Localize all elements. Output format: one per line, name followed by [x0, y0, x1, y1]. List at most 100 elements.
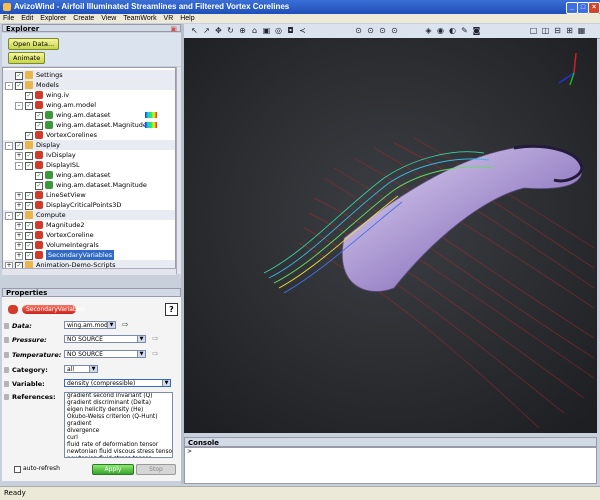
- tree-horizontal-scrollbar[interactable]: [2, 268, 176, 275]
- variable-option[interactable]: newtonian fluid viscous stress tensor: [65, 449, 172, 456]
- tree-item[interactable]: - ✓ Models: [3, 80, 175, 90]
- visibility-checkbox[interactable]: ✓: [15, 72, 23, 80]
- pointer-icon[interactable]: ↖: [190, 26, 199, 35]
- layout-two-h-icon[interactable]: ⊟: [553, 26, 562, 35]
- pan-icon[interactable]: ✥: [214, 26, 223, 35]
- collapse-icon[interactable]: -: [5, 142, 13, 150]
- pin-icon[interactable]: ▣: [170, 25, 177, 33]
- tree-item[interactable]: ✓ wing.am.dataset: [3, 170, 175, 180]
- port-lock-icon[interactable]: [4, 323, 9, 329]
- measure-icon[interactable]: ≺: [298, 26, 307, 35]
- tree-item[interactable]: + ✓ LineSetView: [3, 190, 175, 200]
- snapshot-icon[interactable]: ◘: [286, 26, 295, 35]
- collapse-icon[interactable]: -: [15, 162, 23, 170]
- expand-icon[interactable]: +: [15, 252, 23, 260]
- auto-refresh-checkbox[interactable]: [14, 466, 21, 473]
- tree-item[interactable]: + ✓ VortexCoreline: [3, 230, 175, 240]
- visibility-checkbox[interactable]: ✓: [25, 132, 33, 140]
- visibility-checkbox[interactable]: ✓: [25, 152, 33, 160]
- tree-item[interactable]: ✓ wing.am.dataset.Magnitude: [3, 120, 175, 130]
- visibility-checkbox[interactable]: ✓: [25, 222, 33, 230]
- connect-arrow-icon[interactable]: ⇨: [122, 320, 129, 329]
- orient-rot-icon[interactable]: ⊙: [390, 26, 399, 35]
- pressure-select[interactable]: NO SOURCE ▼: [64, 335, 146, 343]
- camera-icon[interactable]: ◙: [472, 26, 481, 35]
- category-select[interactable]: all ▼: [64, 365, 98, 373]
- tree-item[interactable]: ✓ wing.am.dataset: [3, 110, 175, 120]
- home-icon[interactable]: ⌂: [250, 26, 259, 35]
- variable-option[interactable]: divergence: [65, 428, 172, 435]
- temperature-select[interactable]: NO SOURCE ▼: [64, 350, 146, 358]
- menu-edit[interactable]: Edit: [21, 15, 33, 22]
- variable-option[interactable]: eigen helicity density (He): [65, 407, 172, 414]
- variable-option[interactable]: gradient second invariant (Q): [65, 393, 172, 400]
- colormap-icon[interactable]: [145, 112, 157, 118]
- tree-item[interactable]: - ✓ wing.am.model: [3, 100, 175, 110]
- visibility-checkbox[interactable]: ✓: [25, 92, 33, 100]
- variable-select[interactable]: density (compressible) ▼: [64, 379, 171, 387]
- variable-option[interactable]: gradient: [65, 421, 172, 428]
- visibility-checkbox[interactable]: ✓: [35, 112, 43, 120]
- apply-button[interactable]: Apply: [92, 464, 134, 475]
- layout-two-icon[interactable]: ◫: [541, 26, 550, 35]
- tree-item[interactable]: + ✓ DisplayCriticalPoints3D: [3, 200, 175, 210]
- data-select[interactable]: wing.am.model ▼: [64, 321, 116, 329]
- light-icon[interactable]: ✎: [460, 26, 469, 35]
- port-lock-icon[interactable]: [4, 337, 9, 343]
- visibility-checkbox[interactable]: ✓: [15, 212, 23, 220]
- visibility-checkbox[interactable]: ✓: [35, 182, 43, 190]
- view-all-icon[interactable]: ▣: [262, 26, 271, 35]
- help-button[interactable]: ?: [165, 303, 178, 316]
- console-input[interactable]: >: [184, 447, 597, 484]
- rotate-icon[interactable]: ↻: [226, 26, 235, 35]
- collapse-icon[interactable]: -: [5, 82, 13, 90]
- variable-option[interactable]: curl: [65, 435, 172, 442]
- variable-option[interactable]: Okubo-Weiss criterion (Q-Hunt): [65, 414, 172, 421]
- tree-item[interactable]: - ✓ Display: [3, 140, 175, 150]
- tree-item[interactable]: + ✓ SecondaryVariables: [3, 250, 175, 260]
- visibility-checkbox[interactable]: ✓: [25, 252, 33, 260]
- expand-icon[interactable]: +: [15, 192, 23, 200]
- visibility-checkbox[interactable]: ✓: [25, 202, 33, 210]
- visibility-checkbox[interactable]: ✓: [35, 122, 43, 130]
- expand-icon[interactable]: +: [15, 152, 23, 160]
- variable-option[interactable]: fluid rate of deformation tensor: [65, 442, 172, 449]
- tree-item[interactable]: ✓ VortexCorelines: [3, 130, 175, 140]
- visibility-checkbox[interactable]: ✓: [35, 172, 43, 180]
- layout-single-icon[interactable]: □: [529, 26, 538, 35]
- open-data-button[interactable]: Open Data...: [8, 38, 60, 50]
- port-lock-icon[interactable]: [4, 352, 9, 358]
- menu-teamwork[interactable]: TeamWork: [123, 15, 156, 22]
- orient-z-icon[interactable]: ⊙: [378, 26, 387, 35]
- menu-explorer[interactable]: Explorer: [40, 15, 66, 22]
- port-lock-icon[interactable]: [4, 394, 9, 400]
- fog-icon[interactable]: ◐: [448, 26, 457, 35]
- menu-file[interactable]: File: [3, 15, 14, 22]
- object-tree[interactable]: ✓ Settings - ✓ Models ✓ wing.iv - ✓ wing.am.model…: [2, 67, 176, 274]
- port-lock-icon[interactable]: [4, 367, 9, 373]
- expand-icon[interactable]: +: [15, 222, 23, 230]
- tree-item[interactable]: + ✓ VolumeIntegrals: [3, 240, 175, 250]
- tree-item[interactable]: - ✓ DisplayISL: [3, 160, 175, 170]
- visibility-checkbox[interactable]: ✓: [25, 102, 33, 110]
- menu-view[interactable]: View: [101, 15, 116, 22]
- layout-alt-icon[interactable]: ▦: [577, 26, 586, 35]
- visibility-checkbox[interactable]: ✓: [15, 142, 23, 150]
- visibility-checkbox[interactable]: ✓: [25, 242, 33, 250]
- layout-four-icon[interactable]: ⊞: [565, 26, 574, 35]
- visibility-checkbox[interactable]: ✓: [25, 192, 33, 200]
- zoom-icon[interactable]: ⊕: [238, 26, 247, 35]
- tree-item[interactable]: + ✓ Magnitude2: [3, 220, 175, 230]
- connect-arrow-icon[interactable]: ⇨: [152, 334, 159, 343]
- expand-icon[interactable]: +: [15, 232, 23, 240]
- interact-icon[interactable]: ↗: [202, 26, 211, 35]
- collapse-icon[interactable]: -: [5, 212, 13, 220]
- variable-dropdown-list[interactable]: gradient second invariant (Q) gradient di…: [64, 392, 173, 458]
- stereo-icon[interactable]: ◉: [436, 26, 445, 35]
- 3d-viewer[interactable]: [184, 38, 597, 433]
- colormap-icon[interactable]: [145, 122, 157, 128]
- perspective-icon[interactable]: ◈: [424, 26, 433, 35]
- connect-arrow-icon[interactable]: ⇨: [152, 349, 159, 358]
- variable-option[interactable]: newtonian fluid stress tensor: [65, 456, 172, 457]
- expand-icon[interactable]: +: [15, 242, 23, 250]
